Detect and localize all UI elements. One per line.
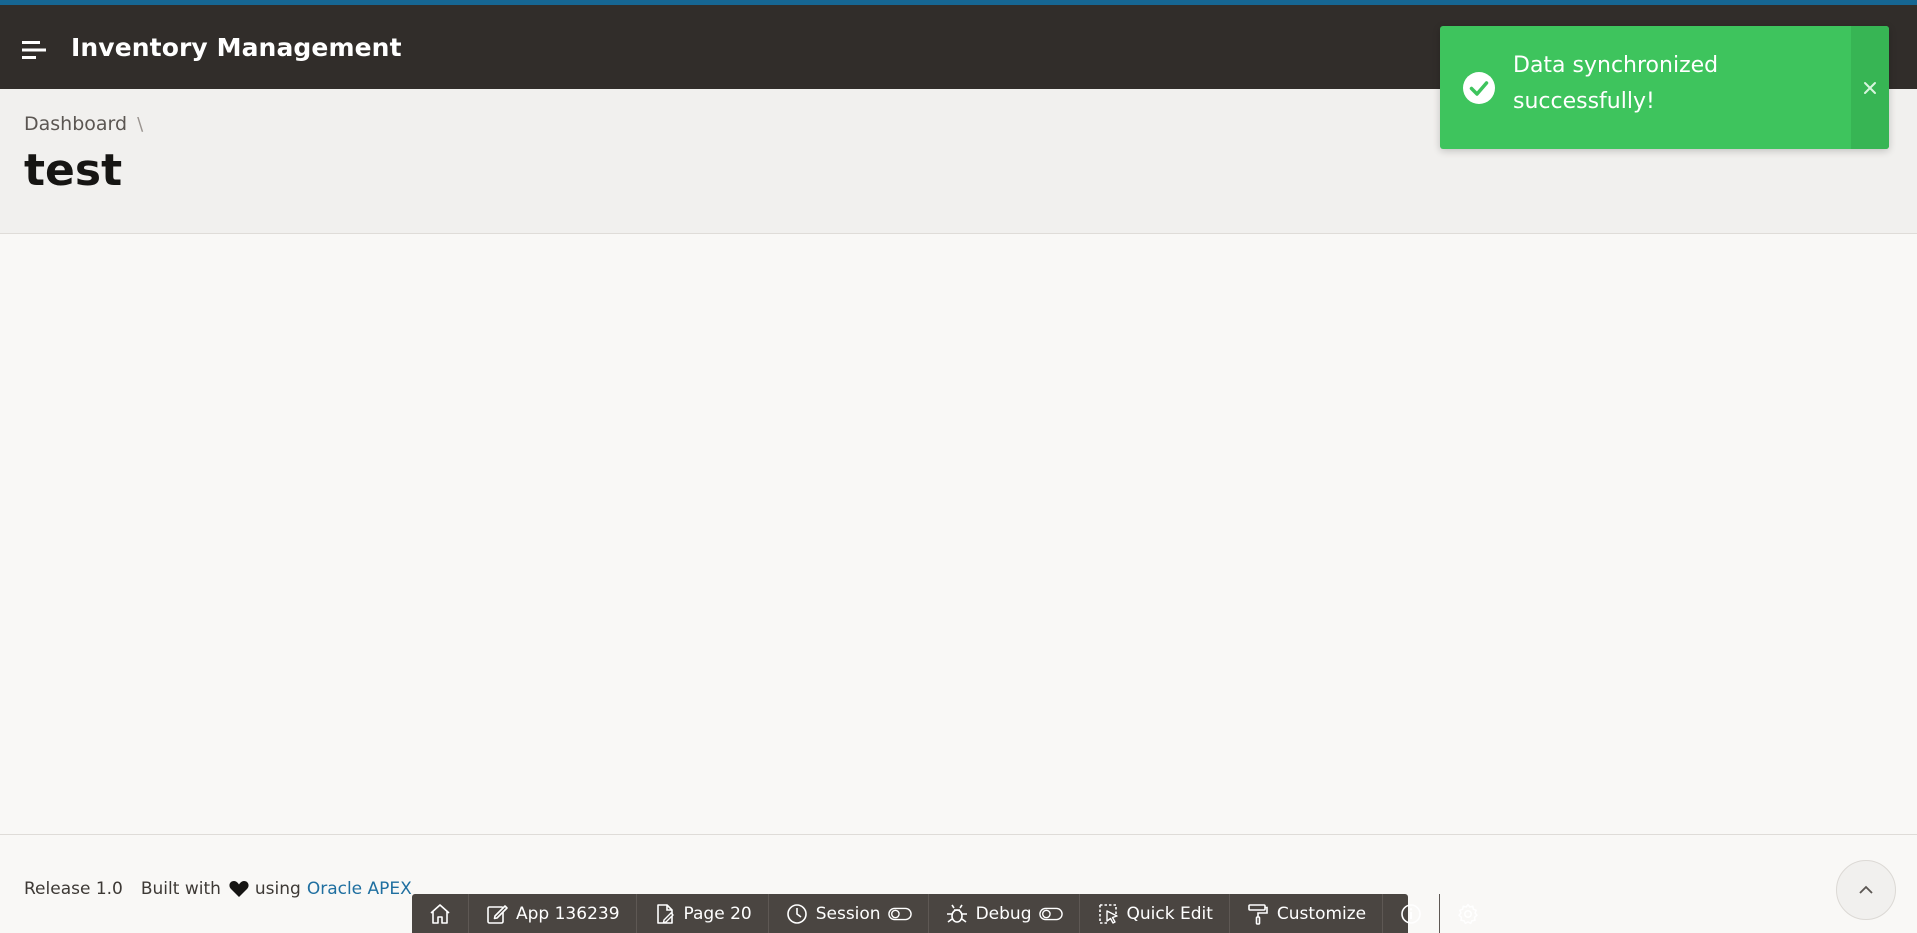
devbar-settings-button[interactable] bbox=[1440, 894, 1496, 933]
devbar-app-button[interactable]: App 136239 bbox=[469, 894, 637, 933]
using-label: using bbox=[254, 879, 301, 899]
gear-icon bbox=[1458, 903, 1478, 924]
clock-icon bbox=[786, 903, 807, 924]
breadcrumb-separator: \ bbox=[137, 113, 144, 135]
cursor-select-icon bbox=[1098, 903, 1118, 924]
breadcrumb-item-dashboard[interactable]: Dashboard bbox=[24, 113, 127, 135]
built-with-label: Built with bbox=[140, 879, 221, 899]
check-circle-icon bbox=[1463, 72, 1495, 104]
chevron-up-icon bbox=[1859, 885, 1873, 894]
devbar-home-button[interactable] bbox=[412, 894, 469, 933]
app-title[interactable]: Inventory Management bbox=[71, 33, 402, 62]
devbar-debug-button[interactable]: Debug bbox=[929, 894, 1080, 933]
devbar-info-button[interactable] bbox=[1383, 894, 1441, 933]
page-edit-icon bbox=[656, 903, 674, 924]
devbar-page-button[interactable]: Page 20 bbox=[637, 894, 769, 933]
debug-toggle-icon[interactable] bbox=[1038, 902, 1063, 926]
developer-toolbar: App 136239 Page 20 Session Debug Quick E… bbox=[412, 894, 1478, 933]
hamburger-menu-icon bbox=[22, 41, 46, 59]
edit-icon bbox=[487, 904, 508, 924]
devbar-quick-edit-button[interactable]: Quick Edit bbox=[1080, 894, 1230, 933]
devbar-quick-edit-label: Quick Edit bbox=[1126, 903, 1213, 924]
devbar-customize-label: Customize bbox=[1276, 903, 1367, 924]
page-title: test bbox=[24, 145, 123, 196]
bug-icon bbox=[946, 904, 967, 923]
info-icon bbox=[1401, 903, 1421, 924]
devbar-app-label: App 136239 bbox=[516, 903, 620, 924]
success-notification: Data synchronized successfully! bbox=[1440, 26, 1889, 149]
navigation-menu-button[interactable] bbox=[14, 29, 56, 71]
scroll-to-top-button[interactable] bbox=[1836, 860, 1896, 920]
notification-message: Data synchronized successfully! bbox=[1513, 53, 1719, 114]
devbar-session-button[interactable]: Session bbox=[769, 894, 929, 933]
session-toggle-icon[interactable] bbox=[887, 902, 912, 926]
devbar-debug-label: Debug bbox=[975, 903, 1032, 924]
devbar-page-label: Page 20 bbox=[683, 903, 752, 924]
release-label: Release 1.0 bbox=[24, 879, 123, 899]
heart-icon bbox=[229, 881, 249, 897]
devbar-session-label: Session bbox=[815, 903, 881, 924]
close-icon bbox=[1864, 81, 1876, 94]
breadcrumb: Dashboard \ bbox=[24, 113, 143, 135]
devbar-customize-button[interactable]: Customize bbox=[1230, 894, 1384, 933]
notification-close-button[interactable] bbox=[1851, 26, 1889, 149]
home-icon bbox=[430, 903, 450, 924]
paint-roller-icon bbox=[1248, 903, 1268, 925]
footer-text: Release 1.0 Built with using Oracle APEX bbox=[24, 879, 412, 899]
oracle-apex-link[interactable]: Oracle APEX bbox=[307, 879, 412, 899]
